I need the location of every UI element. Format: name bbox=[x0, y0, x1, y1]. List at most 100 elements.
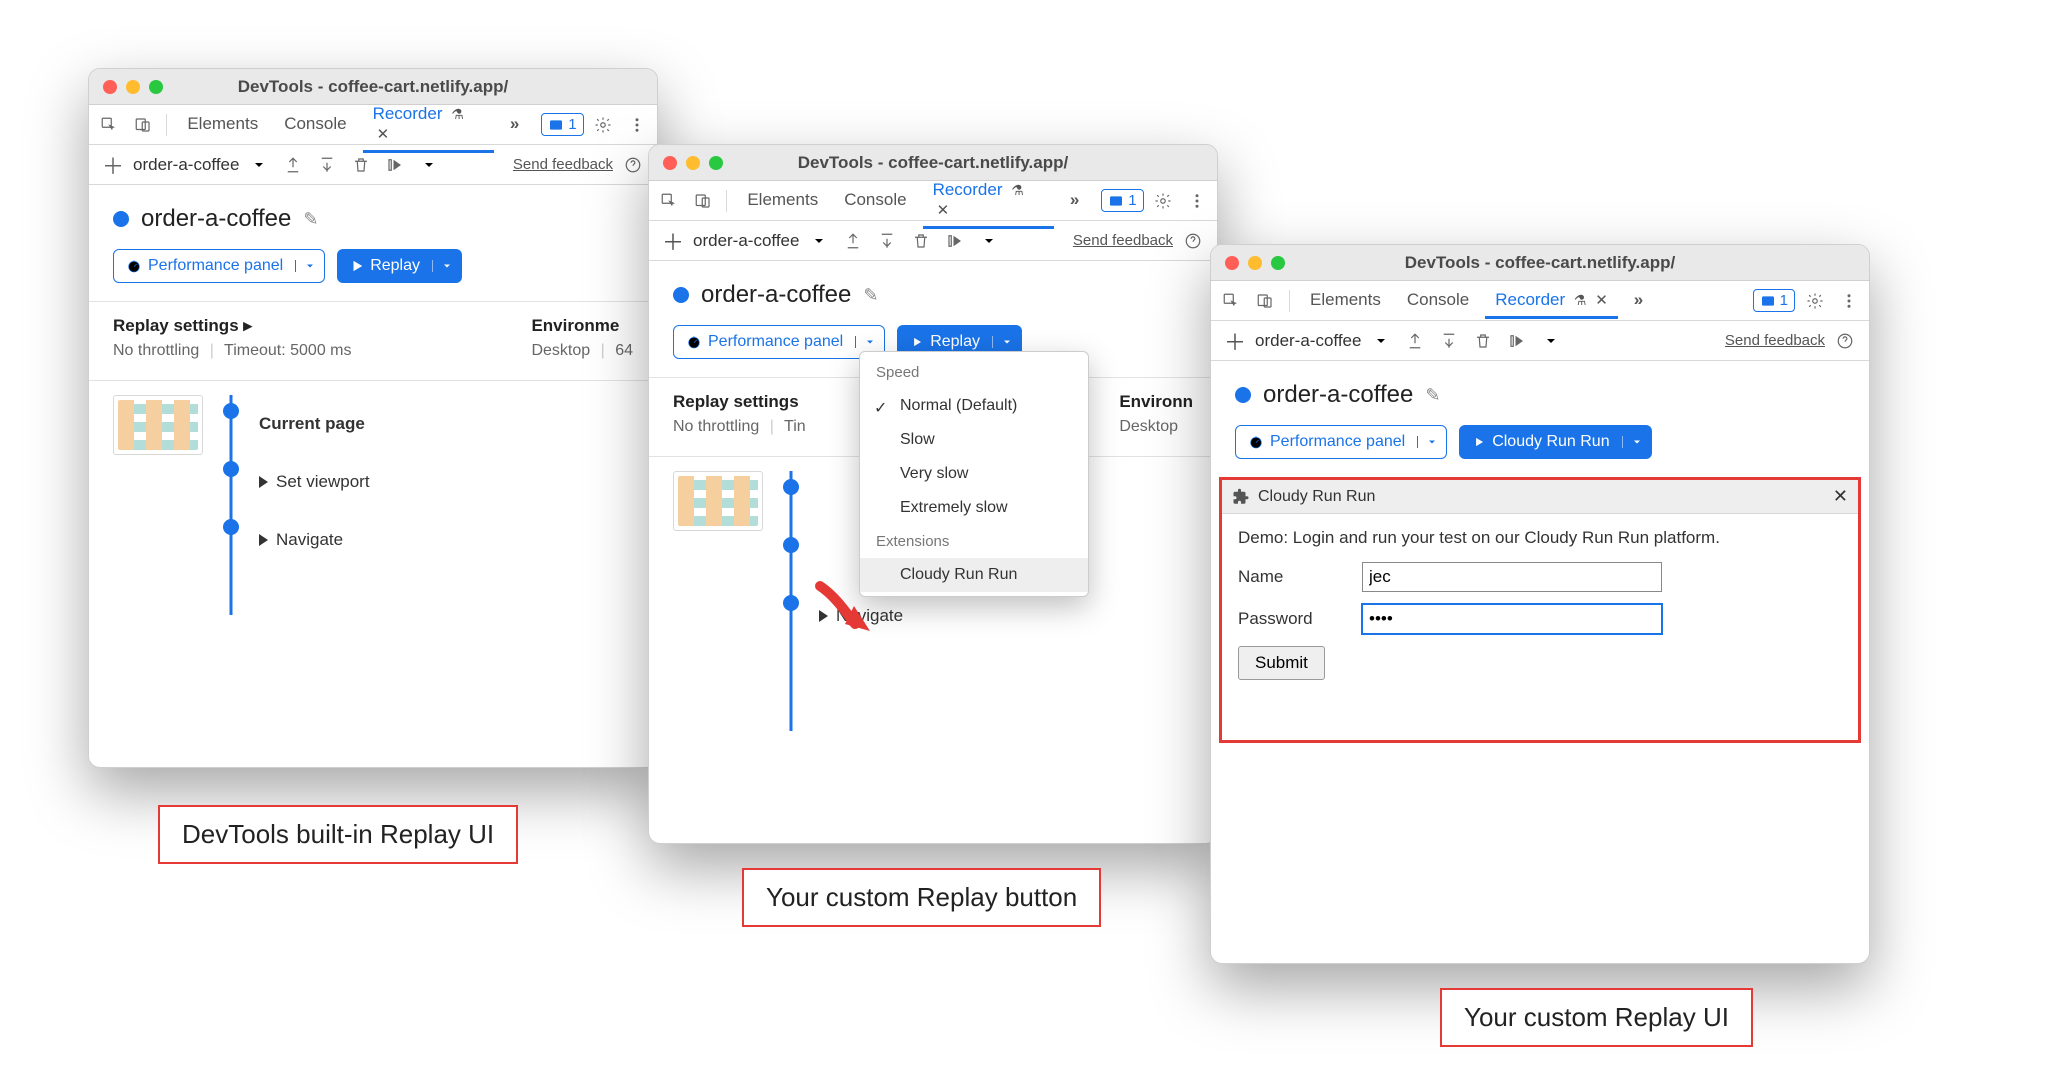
edit-icon[interactable]: ✎ bbox=[303, 209, 318, 230]
close-icon[interactable]: ✕ bbox=[377, 125, 390, 143]
chevron-down-icon[interactable] bbox=[805, 227, 833, 255]
settings-icon[interactable] bbox=[1150, 187, 1178, 215]
inspect-icon[interactable] bbox=[95, 111, 123, 139]
issues-badge[interactable]: 1 bbox=[541, 113, 583, 136]
export-icon[interactable] bbox=[839, 227, 867, 255]
device-toggle-icon[interactable] bbox=[1251, 287, 1279, 315]
device-toggle-icon[interactable] bbox=[129, 111, 157, 139]
step-set-viewport[interactable]: Set viewport bbox=[259, 453, 633, 511]
step-icon[interactable] bbox=[381, 151, 409, 179]
issues-badge[interactable]: 1 bbox=[1753, 289, 1795, 312]
performance-panel-button[interactable]: Performance panel bbox=[1235, 425, 1447, 459]
delete-icon[interactable] bbox=[347, 151, 375, 179]
add-recording-button[interactable]: ＋ bbox=[659, 227, 687, 255]
dropdown-item-normal[interactable]: ✓ Normal (Default) bbox=[860, 389, 1088, 423]
maximize-window-icon[interactable] bbox=[709, 156, 723, 170]
name-input[interactable] bbox=[1362, 562, 1662, 592]
chevron-down-icon[interactable] bbox=[855, 336, 884, 348]
chevron-down-icon[interactable] bbox=[245, 151, 273, 179]
chevron-down-icon[interactable] bbox=[1417, 436, 1446, 448]
kebab-icon[interactable] bbox=[1183, 187, 1211, 215]
minimize-window-icon[interactable] bbox=[1248, 256, 1262, 270]
performance-panel-button[interactable]: Performance panel bbox=[113, 249, 325, 283]
close-icon[interactable]: ✕ bbox=[1595, 291, 1608, 309]
issues-badge[interactable]: 1 bbox=[1101, 189, 1143, 212]
titlebar[interactable]: DevTools - coffee-cart.netlify.app/ bbox=[89, 69, 657, 105]
custom-replay-button[interactable]: Cloudy Run Run bbox=[1459, 425, 1651, 459]
tab-console[interactable]: Console bbox=[274, 106, 356, 143]
step-current-page[interactable]: Current page bbox=[259, 395, 633, 453]
close-window-icon[interactable] bbox=[663, 156, 677, 170]
tab-elements[interactable]: Elements bbox=[737, 182, 828, 219]
tab-elements[interactable]: Elements bbox=[1300, 282, 1391, 319]
chevron-down-icon[interactable] bbox=[1367, 327, 1395, 355]
maximize-window-icon[interactable] bbox=[149, 80, 163, 94]
replay-settings-header[interactable]: Replay settings bbox=[673, 392, 806, 412]
export-icon[interactable] bbox=[1401, 327, 1429, 355]
kebab-icon[interactable] bbox=[1835, 287, 1863, 315]
submit-button[interactable]: Submit bbox=[1238, 646, 1325, 680]
kebab-icon[interactable] bbox=[623, 111, 651, 139]
dropdown-item-extremely-slow[interactable]: Extremely slow bbox=[860, 491, 1088, 525]
import-icon[interactable] bbox=[1435, 327, 1463, 355]
help-icon[interactable] bbox=[619, 151, 647, 179]
add-recording-button[interactable]: ＋ bbox=[99, 151, 127, 179]
expand-icon bbox=[259, 534, 268, 546]
recording-name-dropdown[interactable]: order-a-coffee bbox=[133, 155, 239, 175]
export-icon[interactable] bbox=[279, 151, 307, 179]
device-toggle-icon[interactable] bbox=[689, 187, 717, 215]
add-recording-button[interactable]: ＋ bbox=[1221, 327, 1249, 355]
send-feedback-link[interactable]: Send feedback bbox=[513, 156, 613, 173]
settings-icon[interactable] bbox=[590, 111, 618, 139]
chevron-down-icon[interactable] bbox=[1537, 327, 1565, 355]
chevron-down-icon[interactable] bbox=[415, 151, 443, 179]
settings-icon[interactable] bbox=[1801, 287, 1829, 315]
send-feedback-link[interactable]: Send feedback bbox=[1073, 232, 1173, 249]
chevron-down-icon[interactable] bbox=[1622, 436, 1651, 448]
minimize-window-icon[interactable] bbox=[686, 156, 700, 170]
minimize-window-icon[interactable] bbox=[126, 80, 140, 94]
password-input[interactable] bbox=[1362, 604, 1662, 634]
delete-icon[interactable] bbox=[1469, 327, 1497, 355]
chevron-down-icon[interactable] bbox=[295, 260, 324, 272]
step-navigate[interactable]: Navigate bbox=[259, 511, 633, 569]
dropdown-item-slow[interactable]: Slow bbox=[860, 423, 1088, 457]
edit-icon[interactable]: ✎ bbox=[863, 285, 878, 306]
help-icon[interactable] bbox=[1831, 327, 1859, 355]
tab-recorder[interactable]: Recorder ⚗ ✕ bbox=[1485, 282, 1618, 319]
divider bbox=[1289, 290, 1290, 312]
more-tabs[interactable]: » bbox=[1624, 282, 1653, 319]
import-icon[interactable] bbox=[313, 151, 341, 179]
dropdown-item-cloudy-run-run[interactable]: Cloudy Run Run bbox=[860, 558, 1088, 592]
help-icon[interactable] bbox=[1179, 227, 1207, 255]
replay-button[interactable]: Replay bbox=[337, 249, 462, 283]
inspect-icon[interactable] bbox=[655, 187, 683, 215]
send-feedback-link[interactable]: Send feedback bbox=[1725, 332, 1825, 349]
chevron-down-icon[interactable] bbox=[432, 260, 461, 272]
step-icon[interactable] bbox=[941, 227, 969, 255]
close-window-icon[interactable] bbox=[103, 80, 117, 94]
chevron-down-icon[interactable] bbox=[975, 227, 1003, 255]
tab-elements[interactable]: Elements bbox=[177, 106, 268, 143]
more-tabs[interactable]: » bbox=[500, 106, 529, 143]
tab-console[interactable]: Console bbox=[1397, 282, 1479, 319]
recording-name-dropdown[interactable]: order-a-coffee bbox=[693, 231, 799, 251]
replay-settings-header[interactable]: Replay settings ▸ bbox=[113, 316, 352, 336]
edit-icon[interactable]: ✎ bbox=[1425, 385, 1440, 406]
import-icon[interactable] bbox=[873, 227, 901, 255]
titlebar[interactable]: DevTools - coffee-cart.netlify.app/ bbox=[649, 145, 1217, 181]
titlebar[interactable]: DevTools - coffee-cart.netlify.app/ bbox=[1211, 245, 1869, 281]
close-window-icon[interactable] bbox=[1225, 256, 1239, 270]
chevron-down-icon[interactable] bbox=[992, 336, 1021, 348]
step-icon[interactable] bbox=[1503, 327, 1531, 355]
tab-console[interactable]: Console bbox=[834, 182, 916, 219]
delete-icon[interactable] bbox=[907, 227, 935, 255]
inspect-icon[interactable] bbox=[1217, 287, 1245, 315]
performance-panel-button[interactable]: Performance panel bbox=[673, 325, 885, 359]
maximize-window-icon[interactable] bbox=[1271, 256, 1285, 270]
dropdown-item-very-slow[interactable]: Very slow bbox=[860, 457, 1088, 491]
close-icon[interactable]: ✕ bbox=[1833, 486, 1848, 507]
close-icon[interactable]: ✕ bbox=[937, 201, 950, 219]
recording-name-dropdown[interactable]: order-a-coffee bbox=[1255, 331, 1361, 351]
more-tabs[interactable]: » bbox=[1060, 182, 1089, 219]
